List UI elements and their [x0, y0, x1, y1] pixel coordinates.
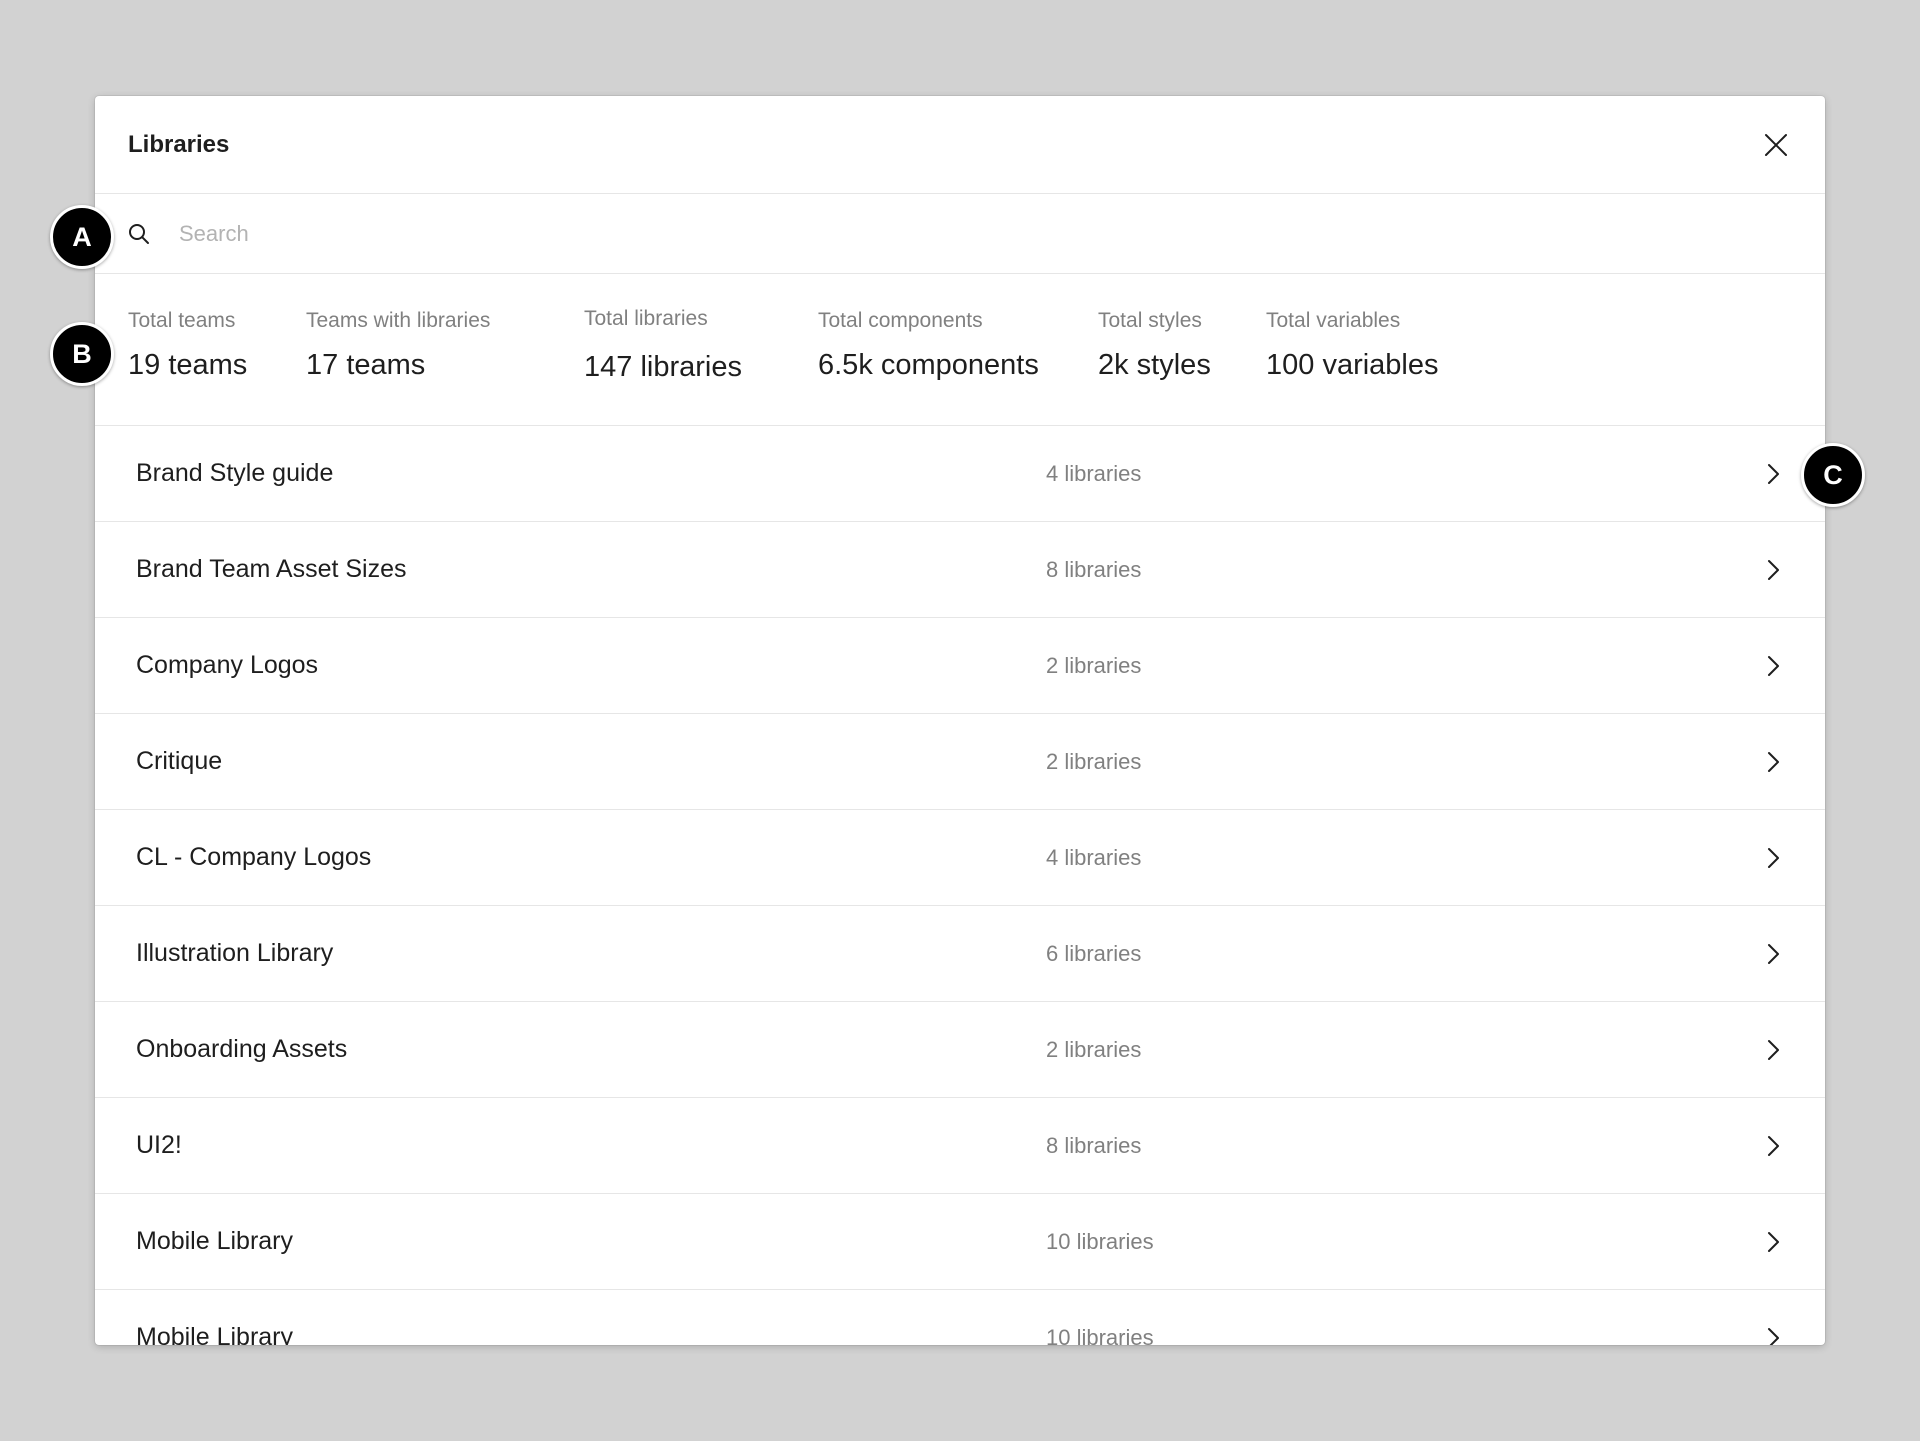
- chevron-right-icon[interactable]: [1761, 654, 1785, 678]
- library-count: 2 libraries: [1046, 653, 1142, 678]
- stat-teams-with-libraries: Teams with libraries 17 teams: [306, 308, 490, 383]
- stat-value: 147 libraries: [584, 351, 742, 383]
- chevron-right-icon[interactable]: [1761, 558, 1785, 582]
- team-row-ui2[interactable]: UI2! 8 libraries: [95, 1098, 1825, 1194]
- stat-label: Total styles: [1098, 309, 1202, 332]
- stat-label: Total libraries: [584, 307, 708, 330]
- team-name: UI2!: [136, 1131, 182, 1159]
- team-name: Illustration Library: [136, 939, 334, 967]
- stat-total-styles: Total styles 2k styles: [1098, 308, 1211, 383]
- search-icon: [129, 224, 149, 244]
- callout-marker-c: C: [1801, 443, 1865, 507]
- library-count: 6 libraries: [1046, 941, 1142, 966]
- chevron-right-icon[interactable]: [1761, 462, 1785, 486]
- stat-label: Teams with libraries: [306, 309, 491, 332]
- team-name: Brand Style guide: [136, 459, 334, 487]
- team-name: Brand Team Asset Sizes: [136, 555, 407, 583]
- team-row-company-logos[interactable]: Company Logos 2 libraries: [95, 618, 1825, 714]
- stat-label: Total components: [818, 309, 983, 332]
- library-count: 2 libraries: [1046, 749, 1142, 774]
- chevron-right-icon[interactable]: [1761, 942, 1785, 966]
- callout-marker-a: A: [50, 205, 114, 269]
- chevron-right-icon[interactable]: [1761, 1326, 1785, 1345]
- team-row-onboarding-assets[interactable]: Onboarding Assets 2 libraries: [95, 1002, 1825, 1098]
- library-count: 10 libraries: [1046, 1325, 1154, 1345]
- team-name: Company Logos: [136, 651, 319, 679]
- stat-label: Total variables: [1266, 309, 1401, 332]
- stat-total-variables: Total variables 100 variables: [1266, 308, 1439, 383]
- stat-total-teams: Total teams 19 teams: [128, 308, 247, 383]
- team-row-mobile-library-2[interactable]: Mobile Library 10 libraries: [95, 1290, 1825, 1345]
- team-row-mobile-library[interactable]: Mobile Library 10 libraries: [95, 1194, 1825, 1290]
- close-button[interactable]: [1759, 128, 1793, 162]
- callout-marker-b: B: [50, 322, 114, 386]
- stat-value: 6.5k components: [818, 349, 1039, 381]
- dialog-header: Libraries: [95, 96, 1825, 194]
- library-count: 2 libraries: [1046, 1037, 1142, 1062]
- team-name: Critique: [136, 747, 223, 775]
- team-row-brand-team-asset-sizes[interactable]: Brand Team Asset Sizes 8 libraries: [95, 522, 1825, 618]
- library-count: 8 libraries: [1046, 557, 1142, 582]
- team-row-cl-company-logos[interactable]: CL - Company Logos 4 libraries: [95, 810, 1825, 906]
- stat-value: 2k styles: [1098, 349, 1211, 381]
- team-list: Brand Style guide 4 libraries Brand Team…: [95, 426, 1825, 1345]
- chevron-right-icon[interactable]: [1761, 750, 1785, 774]
- stat-value: 17 teams: [306, 349, 426, 381]
- chevron-right-icon[interactable]: [1761, 1038, 1785, 1062]
- chevron-right-icon[interactable]: [1761, 846, 1785, 870]
- stat-value: 19 teams: [128, 349, 248, 381]
- team-row-brand-style-guide[interactable]: Brand Style guide 4 libraries: [95, 426, 1825, 522]
- stats-summary: Total teams 19 teams Teams with librarie…: [95, 274, 1825, 426]
- stat-label: Total teams: [128, 309, 236, 332]
- team-name: Onboarding Assets: [136, 1035, 348, 1063]
- library-count: 10 libraries: [1046, 1229, 1154, 1254]
- libraries-dialog: Libraries Total teams 19 teams Teams wit…: [95, 96, 1825, 1345]
- close-icon: [1765, 134, 1787, 156]
- library-count: 4 libraries: [1046, 461, 1142, 486]
- stat-total-components: Total components 6.5k components: [818, 308, 1039, 383]
- stat-total-libraries: Total libraries 147 libraries: [584, 306, 742, 385]
- team-row-illustration-library[interactable]: Illustration Library 6 libraries: [95, 906, 1825, 1002]
- chevron-right-icon[interactable]: [1761, 1230, 1785, 1254]
- team-name: Mobile Library: [136, 1227, 294, 1255]
- dialog-title: Libraries: [128, 131, 230, 158]
- library-count: 8 libraries: [1046, 1133, 1142, 1158]
- team-name: CL - Company Logos: [136, 843, 372, 871]
- library-count: 4 libraries: [1046, 845, 1142, 870]
- team-name: Mobile Library: [136, 1323, 294, 1345]
- chevron-right-icon[interactable]: [1761, 1134, 1785, 1158]
- stat-value: 100 variables: [1266, 349, 1439, 381]
- search-bar: [95, 194, 1825, 274]
- team-row-critique[interactable]: Critique 2 libraries: [95, 714, 1825, 810]
- search-input[interactable]: [179, 212, 1779, 256]
